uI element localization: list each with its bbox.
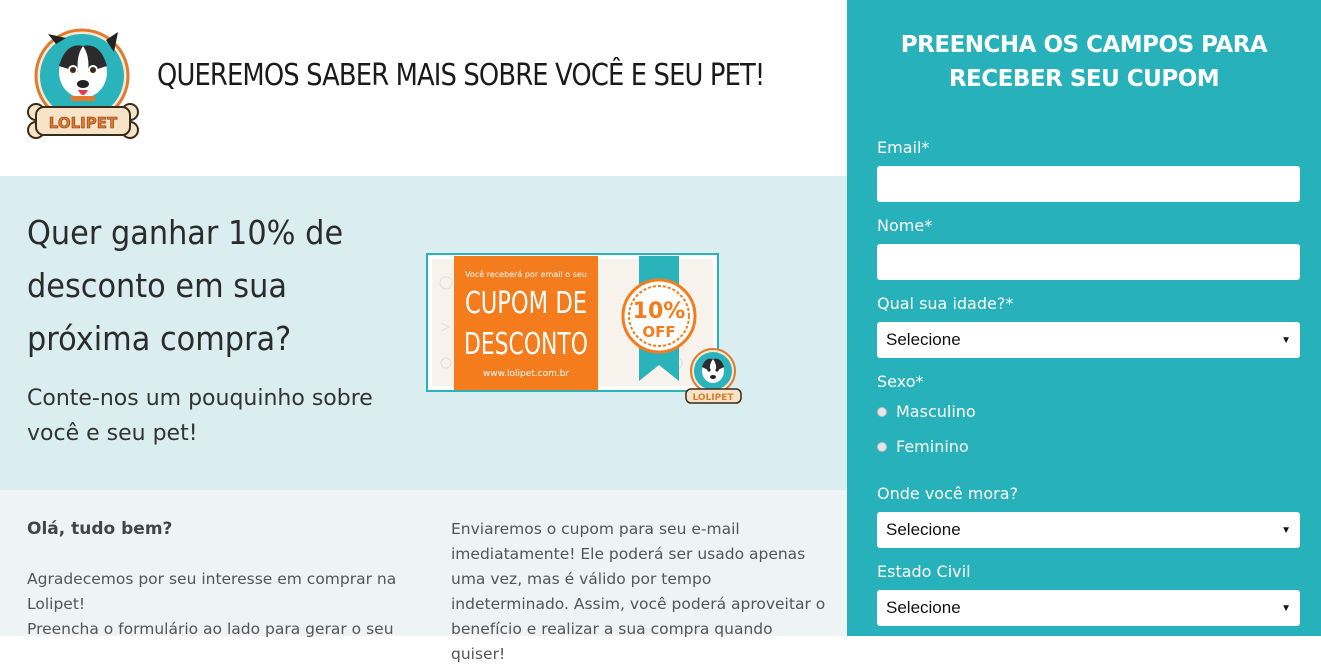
age-select[interactable]: Selecione ▼ <box>877 322 1300 358</box>
sex-option-label: Feminino <box>896 437 969 456</box>
sex-radio-male[interactable]: Masculino <box>877 402 976 421</box>
city-select-value: Selecione <box>886 520 961 539</box>
greeting-text: Olá, tudo bem? <box>27 519 173 539</box>
chevron-down-icon: ▼ <box>1281 334 1291 346</box>
thanks-text: Agradecemos por seu interesse em comprar… <box>27 570 397 613</box>
page-header: LOLIPET QUEREMOS SABER MAIS SOBRE VOCÊ E… <box>0 0 847 176</box>
name-field[interactable] <box>877 244 1300 280</box>
signup-form-panel: PREENCHA OS CAMPOS PARA RECEBER SEU CUPO… <box>847 0 1321 636</box>
svg-text:LOLIPET: LOLIPET <box>692 393 734 403</box>
coupon-info-text: Enviaremos o cupom para seu e-mail imedi… <box>451 520 826 663</box>
coupon-line2: DESCONTO <box>464 327 588 362</box>
sex-option-label: Masculino <box>896 402 976 421</box>
lolipet-logo[interactable]: LOLIPET <box>26 26 141 144</box>
page-title: QUEREMOS SABER MAIS SOBRE VOCÊ E SEU PET… <box>157 58 765 93</box>
sex-label: Sexo* <box>877 372 924 391</box>
city-select[interactable]: Selecione ▼ <box>877 512 1300 548</box>
civil-status-label: Estado Civil <box>877 562 971 581</box>
coupon-url: www.lolipet.com.br <box>483 369 570 379</box>
name-label: Nome* <box>877 216 933 235</box>
civil-status-select-value: Selecione <box>886 598 961 617</box>
form-title-line2: RECEBER SEU CUPOM <box>948 66 1220 92</box>
coupon-small-text: Você receberá por email o seu <box>465 269 587 279</box>
age-select-value: Selecione <box>886 330 961 349</box>
instruction-text: Preencha o formulário ao lado para gerar… <box>27 620 394 638</box>
info-column-left: Olá, tudo bem? Agradecemos por seu inter… <box>27 517 407 642</box>
hero-banner: Quer ganhar 10% de desconto em sua próxi… <box>0 176 847 490</box>
hero-title: Quer ganhar 10% de desconto em sua próxi… <box>27 213 344 358</box>
info-section: Olá, tudo bem? Agradecemos por seu inter… <box>0 490 847 663</box>
main-column: LOLIPET QUEREMOS SABER MAIS SOBRE VOCÊ E… <box>0 0 847 663</box>
radio-circle-icon[interactable] <box>877 441 887 452</box>
form-title-line1: PREENCHA OS CAMPOS PARA <box>900 32 1268 58</box>
sex-radio-female[interactable]: Feminino <box>877 437 969 456</box>
email-label: Email* <box>877 138 930 157</box>
civil-status-select[interactable]: Selecione ▼ <box>877 590 1300 626</box>
form-title: PREENCHA OS CAMPOS PARA RECEBER SEU CUPO… <box>847 28 1321 96</box>
chevron-down-icon: ▼ <box>1281 602 1291 614</box>
chevron-down-icon: ▼ <box>1281 524 1291 536</box>
radio-circle-icon[interactable] <box>877 406 887 417</box>
hero-subtitle: Conte-nos um pouquinho sobre você e seu … <box>27 386 373 446</box>
age-label: Qual sua idade?* <box>877 294 1014 313</box>
coupon-badge-off: OFF <box>642 323 675 341</box>
logo-text: LOLIPET <box>49 114 118 132</box>
email-field[interactable] <box>877 166 1300 202</box>
coupon-badge-percent: 10% <box>633 299 686 324</box>
coupon-line1: CUPOM DE <box>465 286 587 321</box>
info-column-right: Enviaremos o cupom para seu e-mail imedi… <box>451 517 826 667</box>
city-label: Onde você mora? <box>877 484 1019 503</box>
coupon-image: Você receberá por email o seu CUPOM DE D… <box>426 253 742 404</box>
